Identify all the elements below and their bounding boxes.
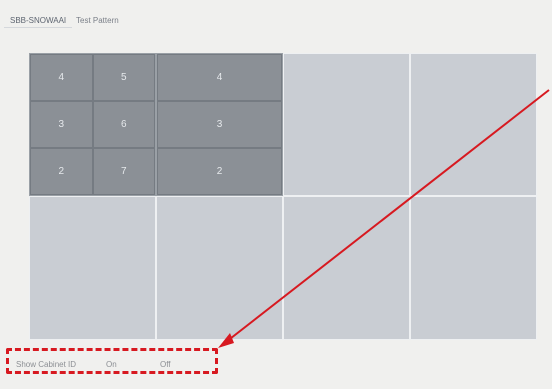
cabinet-cell-id: 3 bbox=[157, 101, 282, 148]
cabinet-5[interactable] bbox=[29, 196, 156, 340]
cabinet-cell-id: 2 bbox=[157, 148, 282, 195]
tab-bar: SBB-SNOWAAI Test Pattern bbox=[0, 0, 552, 44]
show-cabinet-id-off-option[interactable]: Off bbox=[160, 360, 171, 369]
show-cabinet-id-control: Show Cabinet ID On Off bbox=[10, 355, 210, 375]
cabinet-cell-id: 3 bbox=[30, 101, 93, 148]
led-wall-canvas: 4 5 3 6 2 7 4 3 2 bbox=[29, 53, 537, 340]
tab-cabinet-group[interactable]: SBB-SNOWAAI bbox=[4, 14, 73, 28]
cabinet-4[interactable] bbox=[410, 53, 537, 196]
tab-test-pattern[interactable]: Test Pattern bbox=[70, 14, 125, 27]
cabinet-cell-id: 4 bbox=[157, 54, 282, 101]
cabinet-2[interactable]: 4 3 2 bbox=[156, 53, 283, 196]
show-cabinet-id-label: Show Cabinet ID bbox=[16, 360, 77, 369]
cabinet-cell-id: 6 bbox=[92, 101, 155, 148]
cabinet-6[interactable] bbox=[156, 196, 283, 340]
cabinet-cell-id: 4 bbox=[30, 54, 93, 101]
cabinet-cell-id: 5 bbox=[92, 54, 155, 101]
cabinet-cell-id: 2 bbox=[30, 148, 93, 195]
cabinet-7[interactable] bbox=[283, 196, 410, 340]
cabinet-3[interactable] bbox=[283, 53, 410, 196]
cabinet-8[interactable] bbox=[410, 196, 537, 340]
cabinet-1[interactable]: 4 5 3 6 2 7 bbox=[29, 53, 156, 196]
cabinet-cell-id: 7 bbox=[92, 148, 155, 195]
show-cabinet-id-on-option[interactable]: On bbox=[106, 360, 117, 369]
